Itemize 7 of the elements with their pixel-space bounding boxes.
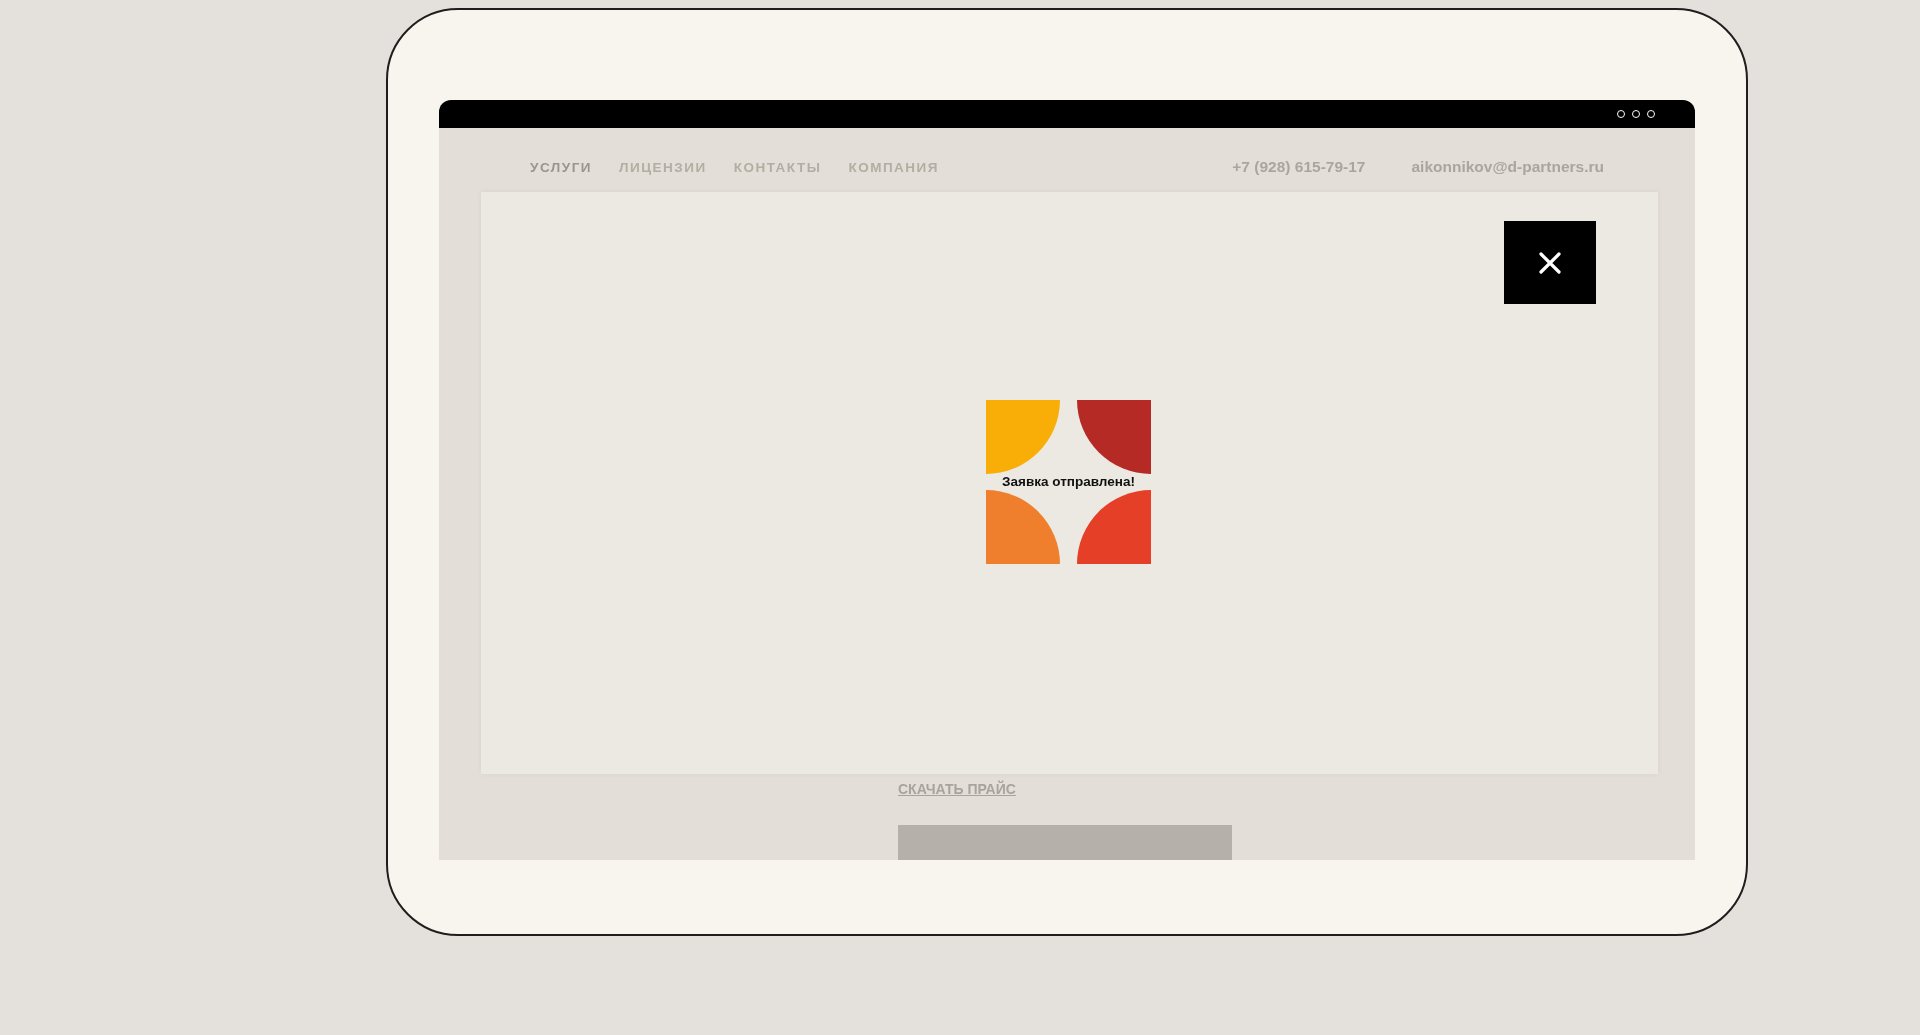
phone-number[interactable]: +7 (928) 615-79-17: [1232, 158, 1366, 176]
email-address[interactable]: aikonnikov@d-partners.ru: [1411, 158, 1604, 176]
close-button[interactable]: [1504, 221, 1596, 304]
success-message: Заявка отправлена!: [1002, 474, 1135, 490]
download-link[interactable]: СКАЧАТЬ ПРАЙС: [898, 781, 1016, 797]
close-icon: [1539, 251, 1561, 274]
nav-link[interactable]: УСЛУГИ: [530, 159, 593, 175]
